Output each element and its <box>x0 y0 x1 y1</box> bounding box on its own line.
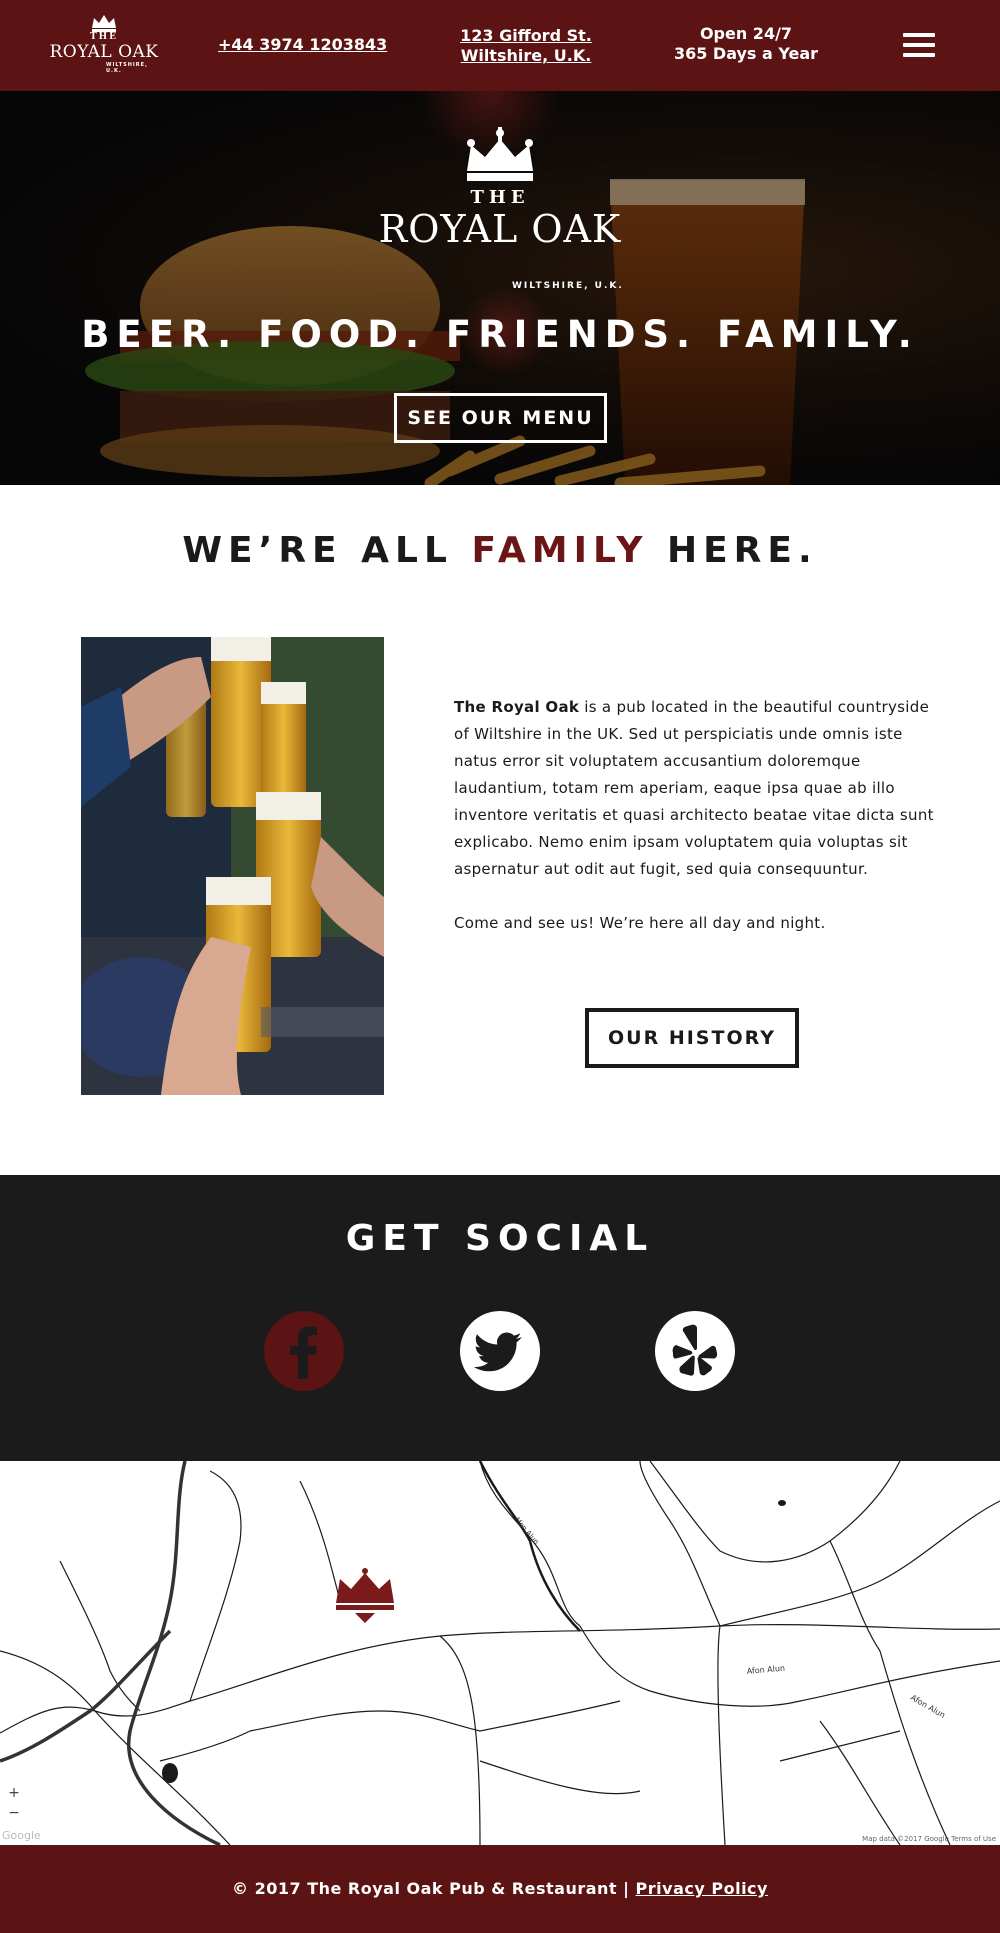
hamburger-menu-icon[interactable] <box>903 33 935 57</box>
phone-link[interactable]: +44 3974 1203843 <box>218 35 387 54</box>
road-label: Afon Alun <box>746 1664 785 1676</box>
logo-location: WILTSHIRE, U.K. <box>106 62 148 74</box>
social-heading: GET SOCIAL <box>345 1218 655 1259</box>
crown-icon <box>92 15 116 32</box>
zoom-out-button[interactable]: − <box>4 1803 24 1823</box>
address-link[interactable]: 123 Gifford St. Wiltshire, U.K. <box>450 26 602 66</box>
hero-logo-name: ROYAL OAK <box>378 207 622 251</box>
google-logo: Google <box>2 1829 41 1842</box>
social-section: GET SOCIAL <box>0 1175 1000 1461</box>
twitter-icon[interactable] <box>460 1311 540 1391</box>
family-heading-accent: FAMILY <box>471 530 649 571</box>
map-terms[interactable]: Map data ©2017 Google Terms of Use <box>862 1835 996 1843</box>
map-roads: Afon Alun Afon Alun Afon Alun <box>0 1461 1000 1845</box>
hero-banner: THE ROYAL OAK WILTSHIRE, U.K. BEER. FOOD… <box>0 91 1000 485</box>
location-map[interactable]: Afon Alun Afon Alun Afon Alun + − Google… <box>0 1461 1000 1845</box>
about-description: is a pub located in the beautiful countr… <box>454 698 934 878</box>
site-footer: © 2017 The Royal Oak Pub & Restaurant | … <box>0 1845 1000 1933</box>
about-paragraph-2: Come and see us! We’re here all day and … <box>454 914 826 932</box>
hours-line-2: 365 Days a Year <box>673 44 819 63</box>
header-logo[interactable]: THE ROYAL OAK WILTSHIRE, U.K. <box>48 10 160 74</box>
address-line-2: Wiltshire, U.K. <box>460 46 592 65</box>
family-heading: WE’RE ALL FAMILY HERE. <box>0 530 1000 571</box>
hero-logo-the: THE <box>470 187 530 208</box>
our-history-button[interactable]: OUR HISTORY <box>585 1008 799 1068</box>
privacy-policy-link[interactable]: Privacy Policy <box>636 1879 768 1898</box>
family-heading-part-2: HERE. <box>648 530 818 571</box>
road-label: Afon Alun <box>512 1515 540 1546</box>
crown-marker-icon[interactable] <box>336 1568 394 1623</box>
facebook-icon[interactable] <box>264 1311 344 1391</box>
crown-icon <box>467 127 533 181</box>
copyright-text: © 2017 The Royal Oak Pub & Restaurant | <box>232 1879 636 1898</box>
yelp-icon[interactable] <box>655 1311 735 1391</box>
beer-toast-photo <box>81 637 384 1095</box>
opening-hours: Open 24/7 365 Days a Year <box>660 24 832 64</box>
hero-tagline: BEER. FOOD. FRIENDS. FAMILY. <box>81 313 919 356</box>
road-label: Afon Alun <box>909 1693 947 1720</box>
hero-logo: THE ROYAL OAK WILTSHIRE, U.K. <box>360 127 640 317</box>
hero-logo-location: WILTSHIRE, U.K. <box>512 281 624 291</box>
family-heading-part-1: WE’RE ALL <box>182 530 472 571</box>
hours-line-1: Open 24/7 <box>699 24 793 43</box>
about-pub-name: The Royal Oak <box>454 698 580 716</box>
site-header: THE ROYAL OAK WILTSHIRE, U.K. +44 3974 1… <box>0 0 1000 91</box>
about-paragraph-1: The Royal Oak is a pub located in the be… <box>454 694 934 883</box>
about-text: The Royal Oak is a pub located in the be… <box>454 694 934 937</box>
see-our-menu-button[interactable]: SEE OUR MENU <box>394 393 607 443</box>
logo-the: THE <box>89 32 119 42</box>
address-line-1: 123 Gifford St. <box>460 26 592 45</box>
logo-name: ROYAL OAK <box>49 42 159 62</box>
zoom-in-button[interactable]: + <box>4 1783 24 1803</box>
